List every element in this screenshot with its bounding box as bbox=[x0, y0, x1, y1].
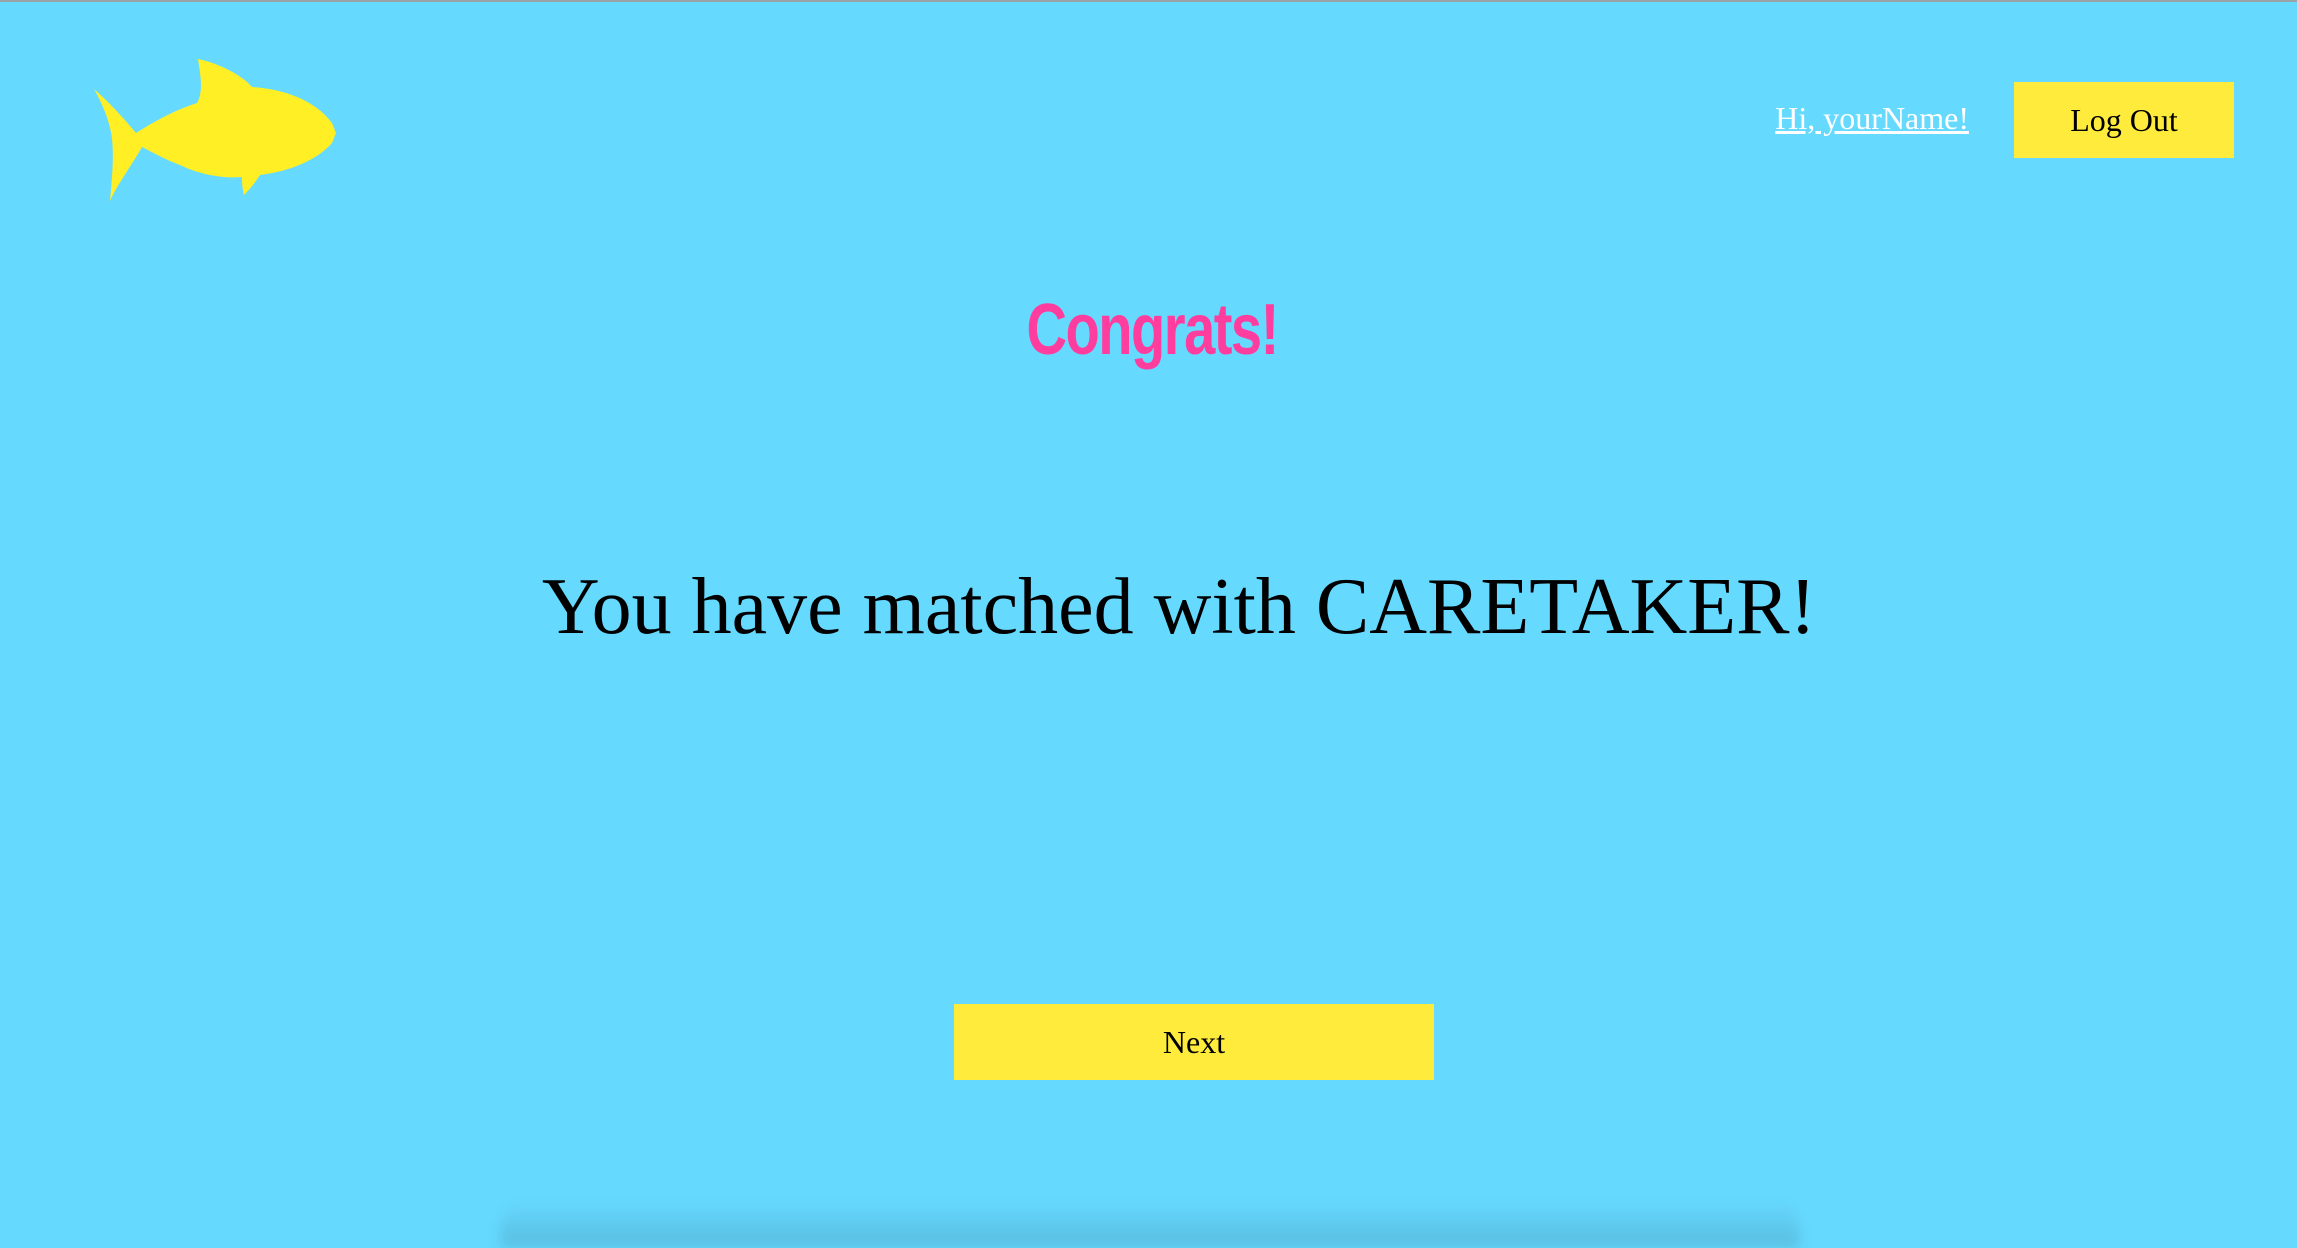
fish-icon[interactable] bbox=[92, 55, 337, 205]
match-message: You have matched with CARETAKER! bbox=[541, 563, 1817, 651]
bottom-shadow bbox=[500, 1200, 1800, 1248]
page-title: Congrats! bbox=[1026, 290, 1280, 370]
user-greeting-link[interactable]: Hi, yourName! bbox=[1775, 98, 1969, 138]
window-top-border bbox=[0, 0, 2297, 2]
logout-button[interactable]: Log Out bbox=[2014, 82, 2234, 158]
next-button[interactable]: Next bbox=[954, 1004, 1434, 1080]
